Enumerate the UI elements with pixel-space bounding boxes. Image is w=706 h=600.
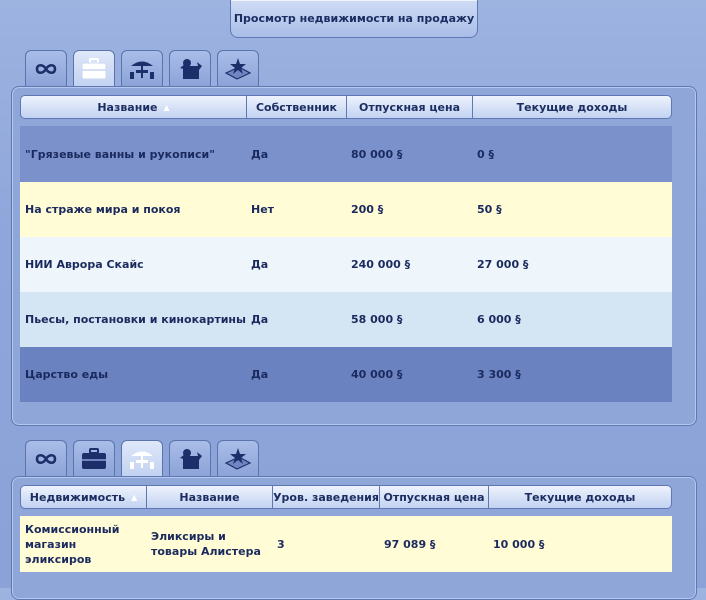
column-header-owner[interactable]: Собственник <box>246 95 346 119</box>
cell-income: 3 300 § <box>477 368 521 381</box>
cell-name: НИИ Аврора Скайс <box>25 258 144 271</box>
table-row[interactable]: На страже мира и покоя Нет 200 § 50 § <box>20 182 672 237</box>
cell-owner: Да <box>251 313 269 326</box>
window-title: Просмотр недвижимости на продажу <box>230 0 478 38</box>
cell-price: 97 089 § <box>384 537 436 551</box>
character-box-icon <box>180 448 202 469</box>
cell-name: Царство еды <box>25 368 109 381</box>
column-header-income[interactable]: Текущие доходы <box>488 485 672 509</box>
cell-owner: Да <box>251 258 269 271</box>
table-header: Недвижимость ▲ Название Уров. заведения О… <box>20 485 672 509</box>
infinity-icon <box>35 453 57 464</box>
tab-character[interactable] <box>169 50 211 86</box>
cell-name: Эликсиры и товары Алистера <box>151 530 261 558</box>
cell-income: 27 000 § <box>477 258 529 271</box>
top-tab-bar <box>25 50 259 86</box>
cell-price: 80 000 § <box>351 147 403 161</box>
business-table-panel: Название ▲ Собственник Отпускная цена Тек… <box>11 86 697 426</box>
cell-price: 240 000 § <box>351 258 411 271</box>
cell-property: Комиссионный магазин эликсиров <box>25 522 120 566</box>
tab-star[interactable] <box>217 440 259 476</box>
column-header-property[interactable]: Недвижимость ▲ <box>20 485 146 509</box>
venue-table-panel: Недвижимость ▲ Название Уров. заведения О… <box>11 476 697 600</box>
briefcase-icon <box>81 57 107 79</box>
cell-owner: Да <box>251 147 269 161</box>
briefcase-icon <box>82 447 106 469</box>
tab-star[interactable] <box>217 50 259 86</box>
tab-business[interactable] <box>73 440 115 476</box>
star-plaque-icon <box>224 447 252 470</box>
table-row[interactable]: Комиссионный магазин эликсиров Эликсиры … <box>20 516 672 572</box>
cell-income: 0 § <box>477 147 494 161</box>
cafe-table-icon <box>130 451 154 469</box>
column-header-name[interactable]: Название ▲ <box>20 95 246 119</box>
cell-name: Пьесы, постановки и кинокартины <box>25 313 246 326</box>
table-row[interactable]: Пьесы, постановки и кинокартины Да 58 00… <box>20 292 672 347</box>
cell-owner: Да <box>251 368 269 381</box>
cell-price: 58 000 § <box>351 313 403 326</box>
character-box-icon <box>180 58 202 79</box>
sort-ascending-icon: ▲ <box>163 102 170 112</box>
column-header-level[interactable]: Уров. заведения <box>272 485 379 509</box>
cell-level: 3 <box>277 537 285 551</box>
cell-income: 10 000 § <box>493 537 545 551</box>
cell-name: "Грязевые ванны и рукописи" <box>25 147 215 161</box>
tab-cafe[interactable] <box>121 50 163 86</box>
tab-business[interactable] <box>73 50 115 86</box>
tab-character[interactable] <box>169 440 211 476</box>
table-row[interactable]: Царство еды Да 40 000 § 3 300 § <box>20 347 672 402</box>
cell-owner: Нет <box>251 203 275 216</box>
cell-income: 6 000 § <box>477 313 521 326</box>
cell-price: 200 § <box>351 203 384 216</box>
column-header-price[interactable]: Отпускная цена <box>379 485 488 509</box>
table-header: Название ▲ Собственник Отпускная цена Тек… <box>20 95 672 119</box>
cafe-table-icon <box>130 61 154 79</box>
tab-infinity[interactable] <box>25 440 67 476</box>
tab-cafe[interactable] <box>121 440 163 476</box>
cell-income: 50 § <box>477 203 502 216</box>
table-row[interactable]: НИИ Аврора Скайс Да 240 000 § 27 000 § <box>20 237 672 292</box>
column-header-name[interactable]: Название <box>146 485 272 509</box>
cell-name: На страже мира и покоя <box>25 203 181 216</box>
star-plaque-icon <box>224 57 252 80</box>
infinity-icon <box>35 63 57 74</box>
table-row[interactable]: "Грязевые ванны и рукописи" Да 80 000 § … <box>20 126 672 182</box>
tab-infinity[interactable] <box>25 50 67 86</box>
column-header-income[interactable]: Текущие доходы <box>472 95 672 119</box>
sort-ascending-icon: ▲ <box>131 492 138 502</box>
bottom-tab-bar <box>25 440 259 476</box>
column-header-price[interactable]: Отпускная цена <box>346 95 472 119</box>
cell-price: 40 000 § <box>351 368 403 381</box>
